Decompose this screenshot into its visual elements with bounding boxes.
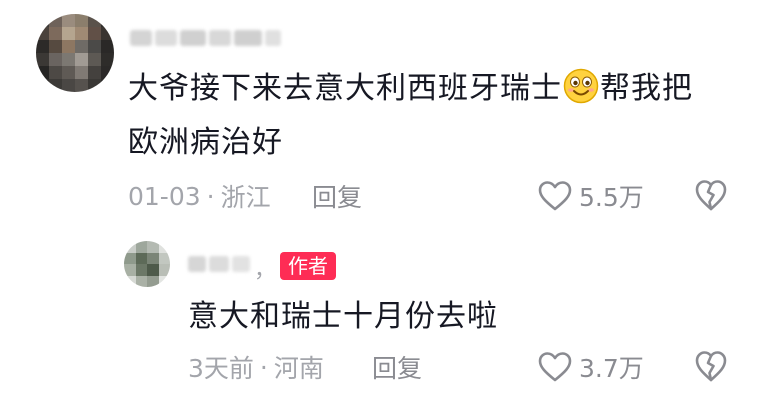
comment-text-line2: 欧洲病治好 [128, 125, 283, 160]
username-blurred[interactable] [130, 30, 281, 46]
comment-meta: 3天前 · 河南 [188, 349, 324, 385]
comment-location: 河南 [273, 354, 324, 383]
smiling-face-emoji-icon [563, 68, 599, 104]
avatar[interactable] [36, 14, 114, 92]
like-button[interactable]: 5.5万 [537, 178, 644, 214]
author-badge: 作者 [280, 252, 336, 280]
heart-outline-icon [538, 181, 572, 211]
name-comma: ， [254, 258, 277, 283]
heart-outline-icon [538, 352, 572, 382]
comment-text: 意大和瑞士十月份去啦 [188, 299, 498, 334]
meta-separator: · [206, 181, 215, 211]
meta-separator: · [259, 352, 268, 382]
like-count: 3.7万 [579, 354, 644, 383]
broken-heart-icon[interactable] [694, 178, 728, 212]
comment-date: 01-03 [128, 181, 201, 211]
like-count: 5.5万 [579, 183, 644, 212]
comment-text: 大爷接下来去意大利西班牙瑞士 帮我把 欧洲病治好 [128, 62, 693, 170]
comment-date: 3天前 [188, 354, 254, 383]
comment-text-after-emoji: 帮我把 [600, 71, 693, 106]
like-button[interactable]: 3.7万 [537, 349, 644, 385]
username-blurred[interactable] [188, 256, 250, 272]
avatar[interactable] [124, 241, 170, 287]
reply-button[interactable]: 回复 [312, 178, 362, 214]
comment-meta: 01-03 · 浙江 [128, 178, 271, 214]
comment-location: 浙江 [220, 183, 271, 212]
broken-heart-icon[interactable] [694, 349, 728, 383]
comment-text-line1: 大爷接下来去意大利西班牙瑞士 [128, 71, 562, 106]
reply-button[interactable]: 回复 [372, 349, 422, 385]
